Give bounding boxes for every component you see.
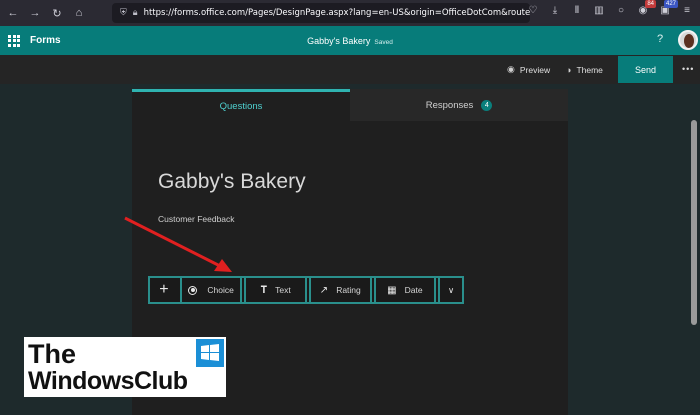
chevron-down-icon: ∨ (447, 284, 455, 295)
responses-count-badge: 4 (481, 99, 493, 111)
account-icon[interactable]: ○ (614, 4, 628, 18)
add-question-button[interactable]: + (150, 278, 178, 302)
choice-button[interactable]: Choice (179, 278, 243, 302)
app-launcher-icon[interactable] (8, 34, 20, 47)
preview-label: Preview (519, 64, 551, 75)
url-text: https://forms.office.com/Pages/DesignPag… (143, 8, 530, 18)
date-label: Date (404, 285, 423, 295)
shield-icon: ⛨ (120, 8, 127, 18)
avatar[interactable] (678, 30, 698, 50)
tab-questions[interactable]: Questions (132, 89, 350, 121)
theme-label: Theme (576, 64, 603, 75)
download-icon[interactable]: ⤓ (548, 4, 562, 18)
watermark-logo: The WindowsClub (24, 337, 226, 397)
reload-icon[interactable]: ↻ (48, 4, 66, 22)
save-status: Saved (374, 38, 393, 46)
extension-icon[interactable]: ◉ 84 (636, 0, 656, 18)
date-button[interactable]: ▦ Date (373, 278, 437, 302)
library-icon[interactable]: Ⅱ (570, 4, 584, 18)
calendar-icon: ▦ (387, 284, 397, 296)
home-icon[interactable]: ⌂ (70, 4, 88, 22)
logo-text-line2: WindowsClub (28, 367, 188, 395)
radio-icon (188, 285, 198, 295)
text-icon: 𝐓︎ (260, 284, 268, 296)
tab-label: Questions (219, 101, 263, 112)
app-name[interactable]: Forms (30, 35, 61, 46)
address-bar[interactable]: ⛨ 🔒︎ https://forms.office.com/Pages/Desi… (112, 3, 530, 23)
help-icon[interactable]: ? (657, 33, 663, 45)
extension-badge: 84 (645, 0, 656, 8)
sidebar-icon[interactable]: ▥ (592, 4, 606, 18)
extension-badge: 427 (663, 0, 678, 8)
browser-toolbar: ← → ↻ ⌂ ⛨ 🔒︎ https://forms.office.com/Pa… (0, 0, 700, 26)
tab-label: Responses (425, 99, 474, 111)
pocket-icon[interactable]: ♡ (526, 4, 540, 18)
form-title[interactable]: Gabby's Bakery (158, 170, 306, 194)
form-description[interactable]: Customer Feedback (158, 214, 235, 224)
tab-responses[interactable]: Responses 4 (350, 89, 568, 121)
preview-button[interactable]: ◉ Preview (507, 55, 550, 84)
add-question-toolbar: + Choice 𝐓︎ Text ↗ Rating ▦ Date ∨ (148, 276, 464, 304)
theme-button[interactable]: ◑ Theme (566, 55, 603, 84)
lock-icon: 🔒︎ (132, 8, 138, 18)
app-header: Forms Gabby's Bakery Saved ? (0, 26, 700, 55)
thumbs-up-icon: ↗ (319, 284, 329, 296)
eye-icon: ◉ (507, 64, 515, 74)
command-bar: ◉ Preview ◑ Theme Send ••• (0, 55, 700, 84)
scrollbar[interactable] (691, 120, 697, 325)
palette-icon: ◑ (566, 64, 572, 75)
text-label: Text (275, 285, 291, 295)
back-icon[interactable]: ← (4, 4, 22, 22)
rating-label: Rating (336, 285, 361, 295)
logo-text-line1: The (28, 339, 77, 369)
choice-label: Choice (207, 285, 234, 295)
text-button[interactable]: 𝐓︎ Text (244, 278, 307, 302)
forward-icon[interactable]: → (26, 4, 44, 22)
more-question-types-button[interactable]: ∨ (438, 278, 462, 302)
windows-logo-icon (196, 339, 224, 367)
extension-icon[interactable]: ▣ 427 (658, 0, 678, 18)
document-name[interactable]: Gabby's Bakery (307, 36, 370, 46)
rating-button[interactable]: ↗ Rating (308, 278, 372, 302)
more-options-icon[interactable]: ••• (682, 64, 694, 74)
menu-icon[interactable]: ≡ (680, 4, 694, 18)
send-button[interactable]: Send (618, 56, 673, 83)
document-title: Gabby's Bakery Saved (0, 36, 700, 46)
